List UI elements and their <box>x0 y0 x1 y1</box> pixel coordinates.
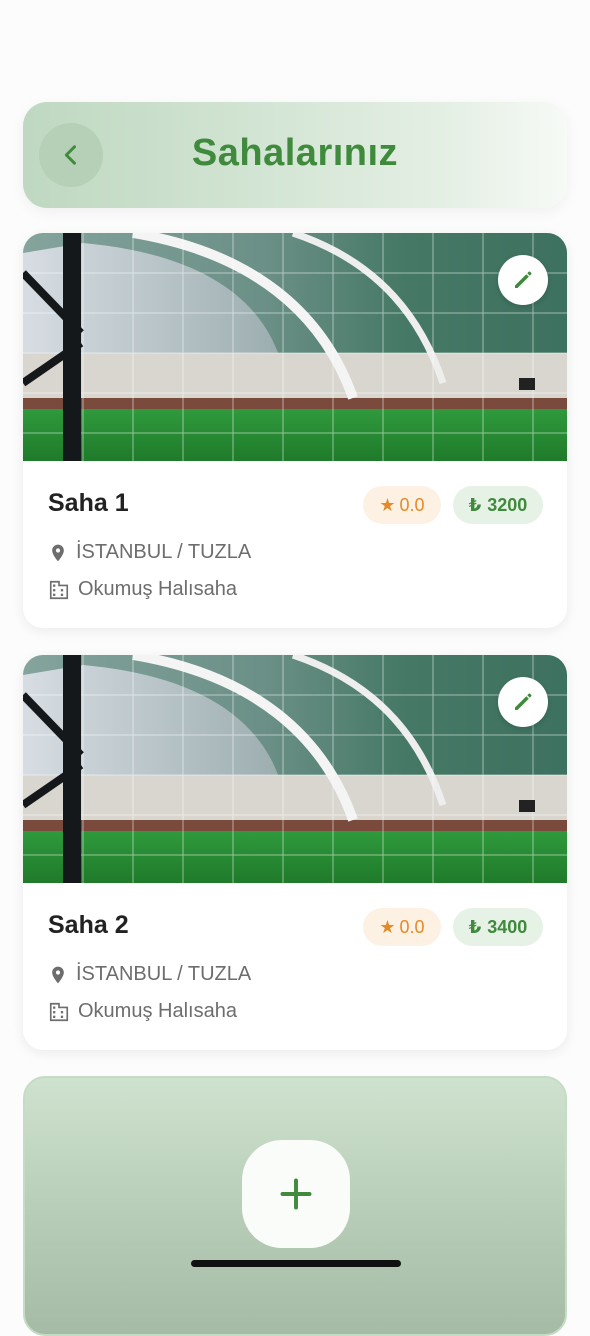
pencil-icon <box>515 693 532 710</box>
price-value: 3400 <box>487 916 528 937</box>
building-icon <box>49 580 69 599</box>
location-text: İSTANBUL / TUZLA <box>76 541 252 563</box>
location-row: İSTANBUL / TUZLA <box>48 963 251 986</box>
edit-button[interactable] <box>498 677 548 727</box>
location-text: İSTANBUL / TUZLA <box>76 963 252 985</box>
price-badge: ₺ 3200 <box>453 486 543 524</box>
facility-row: Okumuş Halısaha <box>48 1000 237 1023</box>
star-icon: ★ <box>379 916 396 937</box>
add-field-card[interactable] <box>23 1076 567 1336</box>
lira-icon: ₺ <box>468 494 482 515</box>
facility-row: Okumuş Halısaha <box>48 578 237 601</box>
location-row: İSTANBUL / TUZLA <box>48 541 251 564</box>
location-pin-icon <box>52 966 64 983</box>
location-pin-icon <box>52 544 64 561</box>
add-field-button[interactable] <box>242 1140 350 1248</box>
field-name: Saha 2 <box>48 911 129 939</box>
facility-text: Okumuş Halısaha <box>78 1000 237 1022</box>
field-card[interactable]: Saha 2 ★ 0.0 ₺ 3400 İSTANBUL / TUZLA Oku… <box>23 655 567 1050</box>
header-bar: Sahalarınız <box>23 102 567 208</box>
field-name: Saha 1 <box>48 489 129 517</box>
building-icon <box>49 1002 69 1021</box>
facility-text: Okumuş Halısaha <box>78 578 237 600</box>
price-value: 3200 <box>487 494 528 515</box>
star-icon: ★ <box>379 494 396 515</box>
page-title: Sahalarınız <box>191 132 399 174</box>
plus-icon <box>280 1178 312 1210</box>
price-badge: ₺ 3400 <box>453 908 543 946</box>
rating-badge: ★ 0.0 <box>363 486 441 524</box>
rating-value: 0.0 <box>399 916 425 937</box>
pencil-icon <box>515 271 532 288</box>
edit-button[interactable] <box>498 255 548 305</box>
home-indicator <box>191 1260 401 1267</box>
rating-badge: ★ 0.0 <box>363 908 441 946</box>
field-card[interactable]: Saha 1 ★ 0.0 ₺ 3200 İSTANBUL / TUZLA Oku… <box>23 233 567 628</box>
lira-icon: ₺ <box>468 916 482 937</box>
rating-value: 0.0 <box>399 494 425 515</box>
